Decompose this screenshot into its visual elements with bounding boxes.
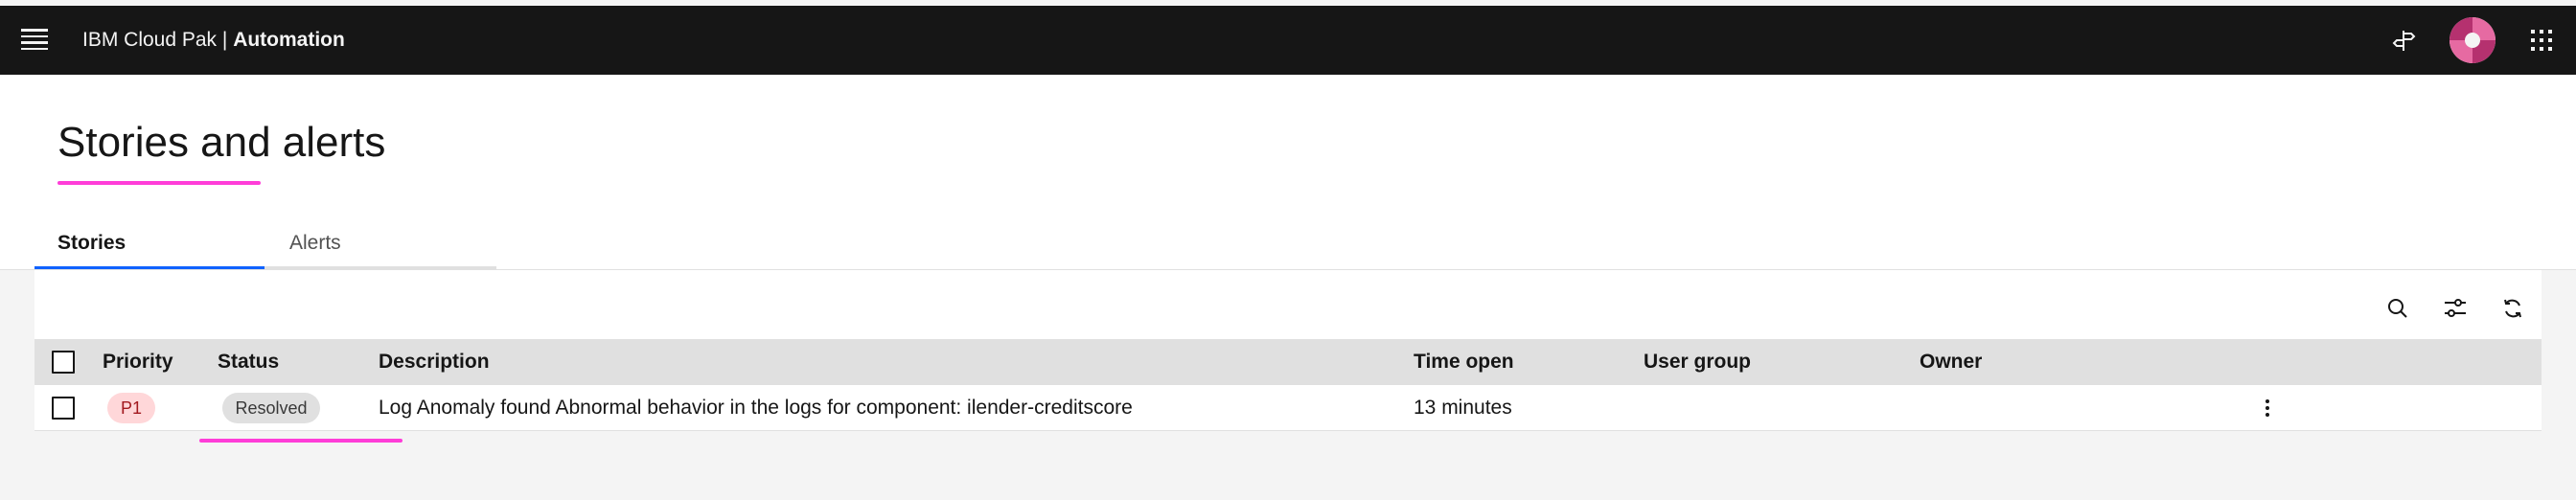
- refresh-icon[interactable]: [2490, 285, 2536, 331]
- tab-alerts[interactable]: Alerts: [264, 216, 496, 270]
- column-header-owner[interactable]: Owner: [1920, 339, 1982, 385]
- status-badge: Resolved: [222, 393, 320, 423]
- row-select-checkbox[interactable]: [52, 397, 75, 420]
- top-header: IBM Cloud Pak | Automation: [0, 6, 2576, 75]
- app-brand: IBM Cloud Pak | Automation: [82, 6, 345, 75]
- stories-table: Priority Status Description Time open Us…: [34, 270, 2542, 431]
- filter-settings-icon[interactable]: [2432, 285, 2478, 331]
- status-highlight-underline: [199, 439, 402, 443]
- column-header-priority[interactable]: Priority: [103, 339, 173, 385]
- tab-alerts-label: Alerts: [289, 232, 341, 254]
- time-open-value: 13 minutes: [1414, 397, 1512, 419]
- signpost-icon[interactable]: [2384, 6, 2423, 75]
- table-header: Priority Status Description Time open Us…: [34, 339, 2542, 385]
- overflow-menu-icon[interactable]: [2252, 393, 2283, 423]
- title-highlight-underline: [58, 181, 261, 185]
- column-header-status[interactable]: Status: [218, 339, 279, 385]
- page-title: Stories and alerts: [58, 119, 386, 166]
- column-header-time-open[interactable]: Time open: [1414, 339, 1514, 385]
- app-switcher-icon[interactable]: [2522, 6, 2561, 75]
- select-all-checkbox[interactable]: [52, 351, 75, 374]
- search-icon[interactable]: [2375, 285, 2421, 331]
- tab-stories[interactable]: Stories: [34, 216, 264, 270]
- priority-tag: P1: [107, 393, 155, 423]
- avatar-icon[interactable]: [2446, 6, 2499, 75]
- story-description[interactable]: Log Anomaly found Abnormal behavior in t…: [379, 385, 1133, 431]
- menu-icon[interactable]: [21, 29, 48, 52]
- column-header-description[interactable]: Description: [379, 339, 490, 385]
- table-row[interactable]: P1 Resolved Log Anomaly found Abnormal b…: [34, 385, 2542, 431]
- brand-prefix: IBM Cloud Pak |: [82, 29, 234, 51]
- brand-name: Automation: [233, 29, 345, 51]
- tab-stories-label: Stories: [58, 232, 126, 254]
- column-header-user-group[interactable]: User group: [1644, 339, 1751, 385]
